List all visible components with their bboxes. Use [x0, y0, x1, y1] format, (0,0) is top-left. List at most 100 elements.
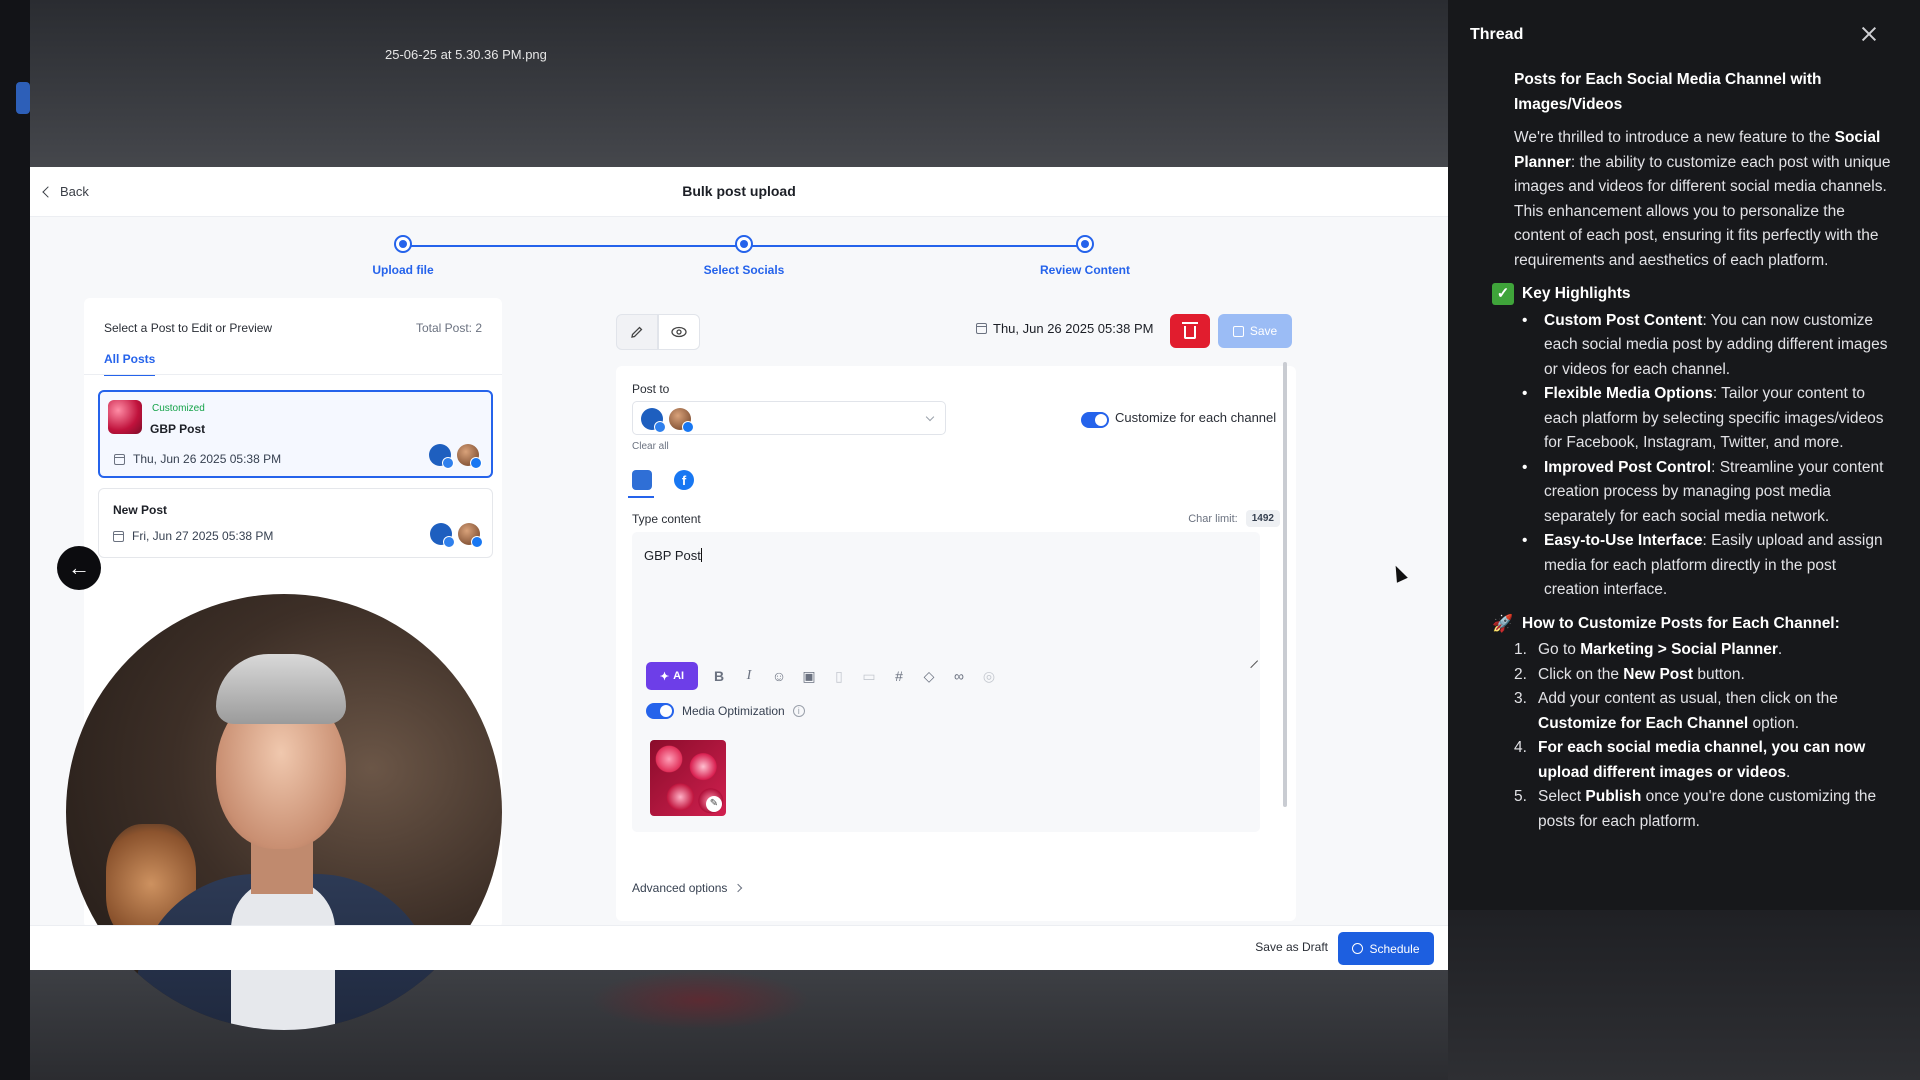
edit-media-icon[interactable]: ✎ [706, 796, 722, 812]
step-number: 2. [1514, 665, 1527, 683]
intro-text: : the ability to customize each post wit… [1514, 153, 1891, 269]
post-date: Fri, Jun 27 2025 05:38 PM [113, 529, 273, 543]
rocket-icon: 🚀 [1492, 613, 1514, 633]
post-list-heading: Select a Post to Edit or Preview [104, 321, 273, 335]
chevron-right-icon [734, 883, 743, 893]
post-card-new[interactable]: New Post Fri, Jun 27 2025 05:38 PM [98, 488, 493, 558]
advanced-options-toggle[interactable]: Advanced options [632, 881, 743, 895]
link-icon[interactable]: ∞ [950, 667, 968, 685]
step-text: Click on the [1538, 665, 1624, 683]
step-text: button. [1693, 665, 1745, 683]
list-item: Custom Post Content: You can now customi… [1522, 309, 1892, 383]
thread-body: Posts for Each Social Media Channel with… [1492, 68, 1892, 834]
customize-channel-toggle[interactable] [1081, 412, 1109, 428]
steps-list: 1. Go to Marketing > Social Planner. 2. Cl… [1514, 638, 1892, 834]
list-item: 2. Click on the New Post button. [1514, 663, 1892, 688]
channel-avatars [430, 523, 483, 548]
ai-assist-button[interactable]: ✦ AI [646, 662, 698, 690]
step-dot [1076, 235, 1094, 253]
step-label: Review Content [1039, 263, 1130, 277]
list-item: Easy-to-Use Interface: Easily upload and… [1522, 529, 1892, 603]
list-item: 4. For each social media channel, you can… [1514, 736, 1892, 785]
edit-mode-button[interactable] [616, 314, 658, 350]
info-icon[interactable]: i [792, 705, 805, 717]
channel-avatars [429, 444, 482, 469]
step-bold: For each social media channel, you can n… [1538, 739, 1866, 781]
content-textarea[interactable]: GBP Post ✦ AI B I ☺ ▣ ▯ ▭ # ◇ ∞ ◎ Media … [632, 532, 1260, 832]
char-limit-value: 1492 [1245, 510, 1280, 527]
tag-icon[interactable]: ◇ [920, 667, 938, 685]
post-date-text: Fri, Jun 27 2025 05:38 PM [132, 529, 274, 543]
step-bold: Publish [1585, 788, 1642, 805]
image-icon[interactable]: ▣ [800, 667, 818, 685]
gbp-channel-tab[interactable] [632, 470, 652, 490]
char-limit: Char limit: 1492 [1188, 510, 1280, 527]
emoji-icon[interactable]: ☺ [770, 667, 788, 685]
preview-mode-button[interactable] [658, 314, 700, 350]
calendar-icon [114, 453, 125, 465]
mention-icon[interactable]: ◎ [980, 667, 998, 685]
type-content-label: Type content [632, 512, 701, 526]
intro-text: We're thrilled to introduce a new featur… [1514, 129, 1835, 146]
hashtag-icon[interactable]: # [890, 667, 908, 685]
italic-icon[interactable]: I [740, 667, 758, 685]
step-number: 5. [1514, 788, 1527, 805]
editor-card: Post to Clear all Customize for each cha… [616, 366, 1296, 921]
bold-icon[interactable]: B [710, 667, 728, 685]
step-bold: New Post [1623, 665, 1694, 683]
save-as-draft-button[interactable]: Save as Draft [1255, 940, 1328, 954]
delete-button[interactable] [1170, 314, 1210, 348]
step-text: Go to [1538, 641, 1581, 658]
gbp-account-avatar [429, 444, 454, 469]
step-text: Add your content as usual, then click on… [1538, 690, 1838, 707]
content-value: GBP Post [644, 548, 701, 563]
bulk-upload-app: Back Bulk post upload Upload file Select… [30, 167, 1448, 1030]
post-title: New Post [113, 503, 168, 517]
video-icon[interactable]: ▭ [860, 667, 878, 685]
page-title: Bulk post upload [682, 183, 796, 199]
active-tab-indicator [628, 496, 654, 498]
schedule-date-picker[interactable]: Thu, Jun 26 2025 05:38 PM [976, 321, 1153, 336]
step-number: 3. [1514, 690, 1527, 707]
save-label: Save [1249, 324, 1278, 338]
file-icon[interactable]: ▯ [830, 667, 848, 685]
format-toolbar: ✦ AI B I ☺ ▣ ▯ ▭ # ◇ ∞ ◎ [646, 662, 998, 690]
check-icon: ✓ [1492, 283, 1514, 306]
close-icon[interactable] [1858, 23, 1880, 45]
save-button[interactable]: Save [1218, 314, 1292, 348]
trash-icon [1182, 322, 1198, 339]
post-date: Thu, Jun 26 2025 05:38 PM [114, 452, 281, 466]
step-dot [394, 235, 412, 253]
collapse-arrow-button[interactable]: ← [57, 546, 101, 590]
list-item: Improved Post Control: Streamline your c… [1522, 456, 1892, 530]
resize-handle-icon[interactable] [1243, 653, 1259, 669]
list-item: 1. Go to Marketing > Social Planner. [1514, 638, 1892, 663]
step-review-content[interactable]: Review Content [1005, 235, 1165, 277]
facebook-channel-tab[interactable]: f [674, 470, 694, 490]
step-upload-file[interactable]: Upload file [323, 235, 483, 277]
customized-badge: Customized [152, 403, 205, 414]
step-number: 4. [1514, 739, 1527, 756]
clear-all-link[interactable]: Clear all [632, 441, 669, 452]
highlight-title: Flexible Media Options [1544, 385, 1713, 402]
step-select-socials[interactable]: Select Socials [664, 235, 824, 277]
text-cursor [700, 548, 702, 562]
schedule-button[interactable]: Schedule [1338, 932, 1434, 965]
facebook-account-avatar [669, 408, 694, 433]
gbp-account-avatar [641, 408, 666, 433]
post-card-gbp[interactable]: Customized GBP Post Thu, Jun 26 2025 05:… [98, 390, 493, 478]
step-text: . [1777, 641, 1783, 658]
post-to-select[interactable] [632, 401, 946, 435]
step-label: Upload file [372, 263, 434, 277]
highlight-title: Improved Post Control [1544, 458, 1712, 476]
media-attachment-thumbnail[interactable]: ✎ [650, 740, 726, 816]
tab-all-posts[interactable]: All Posts [104, 352, 156, 376]
sparkle-icon: ✦ [659, 670, 670, 683]
step-text: . [1786, 763, 1791, 781]
post-editor: Thu, Jun 26 2025 05:38 PM Save Post to C… [616, 314, 1296, 924]
media-optimization-toggle[interactable] [646, 703, 674, 719]
background-screen-top [0, 0, 1448, 1080]
selected-accounts [641, 408, 694, 433]
editor-scrollbar[interactable] [1283, 362, 1287, 807]
post-total-count: Total Post: 2 [415, 321, 482, 335]
